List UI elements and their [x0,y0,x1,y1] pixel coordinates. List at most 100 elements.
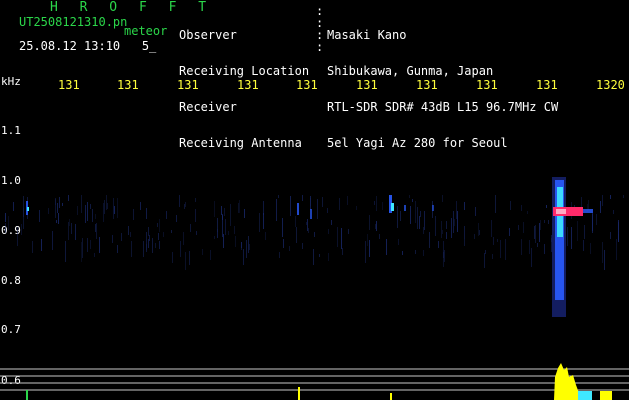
file-name: UT2508121310.pn [19,15,128,29]
noise-streak [339,198,340,210]
noise-streak [618,220,619,242]
noise-streak [104,200,105,214]
x-tick: 131 [117,78,139,92]
noise-streak [529,240,530,254]
noise-streak [544,244,545,254]
info-value-observer: Masaki Kano [327,28,407,42]
noise-streak [464,202,465,210]
noise-streak [410,206,411,224]
noise-streak [442,230,443,234]
noise-streak [451,218,452,238]
noise-streak [189,251,190,265]
noise-streak [68,222,69,240]
info-value-location: Shibukawa, Gunma, Japan [327,64,494,78]
noise-streak [290,196,291,216]
noise-streak [474,234,475,239]
noise-streak [347,196,348,205]
noise-streak [577,221,578,241]
noise-streak [479,230,480,235]
noise-streak [159,219,160,232]
noise-streak [583,240,584,251]
noise-streak [423,227,424,234]
noise-streak [112,235,113,243]
noise-layer [5,195,624,270]
noise-streak [163,232,164,237]
echo-trace [404,205,406,211]
noise-streak [241,242,242,250]
noise-streak [90,240,91,249]
noise-streak [282,218,283,237]
x-tick: 131 [476,78,498,92]
noise-streak [419,216,420,229]
noise-streak [81,195,82,213]
noise-streak [5,213,6,222]
noise-streak [96,223,97,239]
noise-streak [155,243,156,248]
noise-streak [478,223,479,236]
noise-streak [62,203,63,206]
noise-streak [228,231,229,235]
noise-streak [55,198,56,218]
power-peak [390,393,392,400]
noise-streak [441,221,442,238]
noise-streak [521,205,522,211]
date-time: 25.08.12 13:10 5_ [19,39,157,53]
noise-streak [319,254,320,257]
noise-streak [77,206,78,215]
noise-streak [276,199,277,221]
noise-streak [484,253,485,268]
noise-streak [117,245,118,253]
noise-streak [95,214,96,219]
noise-streak [225,219,226,235]
noise-streak [296,227,297,243]
noise-streak [375,224,376,229]
noise-streak [348,229,349,234]
noise-streak [337,227,338,247]
info-label-observer: Observer [179,28,237,42]
noise-streak [133,209,134,220]
noise-streak [190,224,191,232]
noise-streak [602,242,603,263]
x-tick: 131 [237,78,259,92]
noise-streak [527,211,528,214]
noise-streak [65,241,66,262]
noise-streak [69,219,70,226]
noise-streak [442,195,443,202]
noise-streak [107,203,108,209]
noise-streak [283,239,284,248]
noise-streak [185,202,186,207]
noise-streak [322,197,323,207]
noise-streak [544,220,545,223]
noise-streak [82,238,83,258]
noise-streak [113,198,114,219]
noise-streak [534,226,535,239]
noise-streak [602,195,603,206]
noise-streak [376,221,377,231]
noise-streak [327,208,328,213]
noise-streak [263,213,264,229]
noise-streak [314,232,315,237]
noise-streak [446,221,447,229]
noise-streak [103,203,104,222]
noise-streak [492,254,493,259]
noise-streak [539,223,540,242]
noise-streak [415,201,416,223]
noise-streak [604,250,605,270]
noise-streak [149,235,150,241]
noise-streak [415,250,416,254]
noise-streak [464,226,465,239]
noise-streak [310,196,311,210]
noise-streak [571,227,572,249]
noise-streak [71,223,72,234]
noise-streak [52,231,53,250]
noise-streak [548,220,549,224]
echo-trace [297,203,299,215]
noise-streak [128,226,129,235]
noise-streak [521,239,522,255]
noise-streak [140,202,141,210]
noise-streak [278,195,279,198]
x-tick: 131 [416,78,438,92]
x-tick: 131 [356,78,378,92]
x-tick: 1320 [596,78,625,92]
noise-streak [248,236,249,253]
